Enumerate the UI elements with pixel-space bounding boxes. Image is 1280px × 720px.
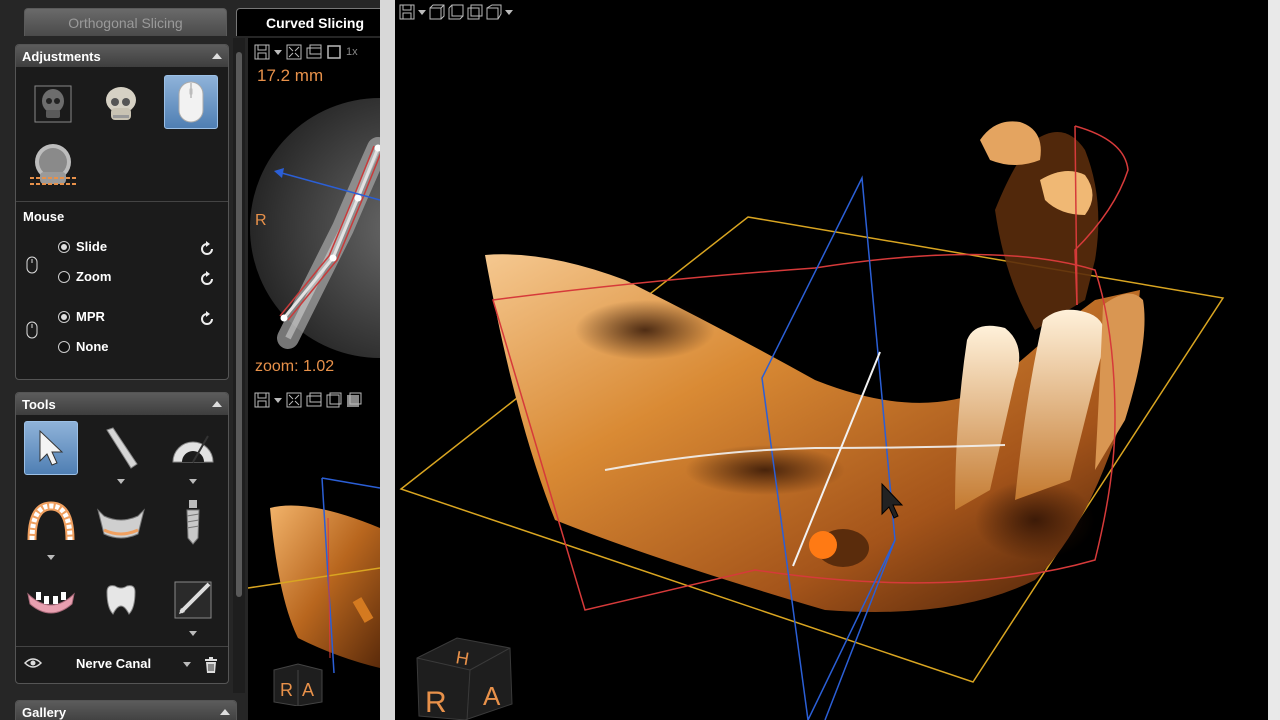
arch-dropdown-icon[interactable]	[47, 555, 55, 560]
gallery-header[interactable]: Gallery	[16, 701, 236, 720]
layout-icon[interactable]	[326, 392, 342, 408]
save-dropdown-icon[interactable]	[274, 397, 282, 403]
curved-slice-image[interactable]	[248, 78, 380, 378]
annotate-pen-icon	[174, 581, 212, 619]
radio-slide[interactable]: Slide	[58, 239, 107, 254]
save-icon[interactable]	[254, 392, 270, 408]
skull-3d-button[interactable]	[94, 77, 148, 131]
pointer-tool-button[interactable]	[24, 421, 78, 475]
radio-button[interactable]	[58, 270, 70, 283]
ruler-icon	[106, 427, 138, 469]
radio-button[interactable]	[58, 310, 70, 323]
adjustments-title: Adjustments	[22, 48, 101, 64]
mouse-small-icon	[26, 256, 38, 274]
radio-button[interactable]	[58, 240, 70, 253]
reset-icon[interactable]	[199, 271, 215, 287]
fit-view-icon[interactable]	[286, 392, 302, 408]
sidebar-scroll-thumb[interactable]	[236, 52, 242, 597]
mandible-panoramic-icon	[97, 508, 145, 539]
skull-head-button[interactable]	[26, 139, 80, 193]
layer-dropdown-icon[interactable]	[183, 662, 191, 667]
divider	[16, 201, 228, 202]
protractor-dropdown-icon[interactable]	[189, 479, 197, 484]
skull-head-icon	[30, 144, 76, 185]
gallery-title: Gallery	[22, 704, 67, 720]
layout-alt-icon[interactable]	[346, 392, 362, 408]
tab-curved-slicing[interactable]: Curved Slicing	[236, 8, 394, 36]
skull-xray-button[interactable]	[26, 77, 80, 131]
frame-icon[interactable]	[326, 44, 342, 60]
pointer-icon	[39, 429, 64, 466]
zoom-label: zoom: 1.02	[255, 358, 335, 375]
tab-bar: Orthogonal Slicing Curved Slicing	[0, 0, 395, 38]
panel-splitter[interactable]	[380, 0, 395, 720]
ruler-dropdown-icon[interactable]	[117, 479, 125, 484]
tools-panel: Tools Nerve Canal	[15, 392, 229, 684]
curved-slicing-column: 1x 17.2 mm R zoom: 1.02 R A	[248, 38, 380, 720]
jaw-model-icon	[27, 592, 75, 614]
reset-icon[interactable]	[199, 311, 215, 327]
tab-orthogonal-slicing[interactable]: Orthogonal Slicing	[24, 8, 227, 36]
cube-face-r: R	[425, 686, 447, 719]
tooth-crown-button[interactable]	[94, 573, 148, 627]
curved-view-toolbar: 1x	[254, 42, 358, 62]
panoramic-view-toolbar	[254, 390, 362, 410]
eye-icon[interactable]	[24, 657, 42, 669]
radio-label-mpr: MPR	[76, 309, 105, 324]
implant-icon	[186, 500, 200, 545]
jaw-model-button[interactable]	[24, 573, 78, 627]
fit-view-icon[interactable]	[286, 44, 302, 60]
mouse-mode-button[interactable]	[164, 75, 218, 129]
layer-select[interactable]: Nerve Canal	[76, 656, 151, 671]
dental-arch-icon	[27, 501, 75, 541]
radio-none[interactable]: None	[58, 339, 109, 354]
radio-zoom[interactable]: Zoom	[58, 269, 111, 284]
protractor-icon	[172, 435, 214, 463]
divider	[16, 646, 228, 647]
cube-face-a: A	[302, 680, 314, 700]
screenshot-icon[interactable]	[306, 44, 322, 60]
annotate-dropdown-icon[interactable]	[189, 631, 197, 636]
radio-label-slide: Slide	[76, 239, 108, 254]
implant-tool-button[interactable]	[166, 495, 220, 549]
radio-button[interactable]	[58, 340, 70, 353]
mouse-section-label: Mouse	[23, 209, 65, 224]
adjustments-panel: Adjustments Mouse Slide Zoom MPR None	[15, 44, 229, 380]
mouse-icon	[178, 81, 204, 123]
tooth-crown-icon	[106, 585, 136, 615]
mandible-volume-render[interactable]: H R A	[395, 0, 1268, 720]
reset-icon[interactable]	[199, 241, 215, 257]
annotate-tool-button[interactable]	[166, 573, 220, 627]
save-icon[interactable]	[254, 44, 270, 60]
dental-arch-button[interactable]	[24, 495, 78, 549]
zoom-abbrev-label: 1x	[346, 46, 358, 58]
mouse-small-icon	[26, 321, 38, 339]
collapse-icon[interactable]	[212, 53, 222, 59]
adjustments-header[interactable]: Adjustments	[16, 45, 228, 67]
side-label-r: R	[255, 212, 267, 229]
mini-orientation-cube[interactable]: R A	[272, 662, 324, 706]
trash-icon[interactable]	[204, 657, 218, 673]
protractor-tool-button[interactable]	[166, 421, 220, 475]
ruler-tool-button[interactable]	[94, 421, 148, 475]
tools-title: Tools	[22, 396, 56, 412]
radio-mpr[interactable]: MPR	[58, 309, 105, 324]
window-edge	[1268, 0, 1280, 720]
skull-3d-icon	[106, 87, 136, 120]
radio-label-zoom: Zoom	[76, 269, 112, 284]
skull-xray-icon	[34, 85, 72, 123]
collapse-icon[interactable]	[212, 401, 222, 407]
tools-header[interactable]: Tools	[16, 393, 228, 415]
screenshot-icon[interactable]	[306, 392, 322, 408]
radio-label-none: None	[76, 339, 109, 354]
collapse-icon[interactable]	[220, 709, 230, 715]
volume-3d-viewport[interactable]: H R A	[395, 0, 1268, 720]
mandible-panoramic-button[interactable]	[94, 495, 148, 549]
cube-face-r: R	[280, 680, 293, 700]
cube-face-a: A	[483, 681, 501, 711]
gallery-panel: Gallery	[15, 700, 237, 720]
save-dropdown-icon[interactable]	[274, 49, 282, 55]
